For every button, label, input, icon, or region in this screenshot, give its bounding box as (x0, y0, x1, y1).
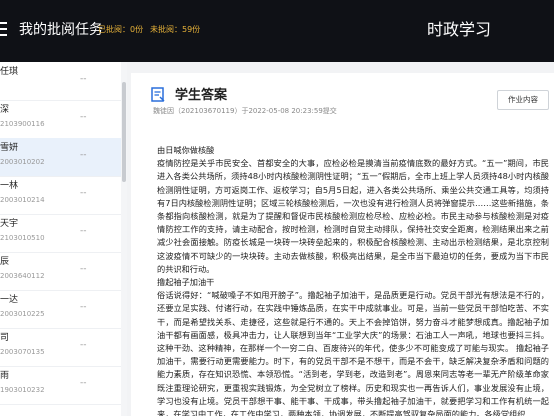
student-id: 2103900116 (0, 120, 45, 128)
student-status: -- (80, 302, 87, 312)
menu-icon[interactable] (0, 22, 7, 36)
graded-count: 已批阅：0份 (98, 25, 144, 34)
student-status: -- (80, 150, 87, 160)
student-id: 2103010510 (0, 234, 45, 242)
list-item[interactable]: 一达 2003010225 -- (0, 290, 121, 329)
student-id: 2003640112 (0, 272, 45, 280)
list-item[interactable]: 任琪 -- (0, 62, 121, 101)
list-item[interactable]: 深 2103900116 -- (0, 100, 121, 139)
list-item[interactable]: 天宇 2103010510 -- (0, 214, 121, 253)
student-name: 一林 (0, 181, 19, 191)
document-icon (151, 87, 165, 102)
student-id: 2003010225 (0, 310, 45, 318)
student-name: 雪妍 (0, 143, 19, 153)
answer-panel: 学生答案 魏徒因（202103670119）于2022-05-08 20:23:… (131, 73, 554, 416)
student-name: 雨 (0, 371, 10, 381)
student-id: 2003010214 (0, 196, 45, 204)
list-scrollbar[interactable] (121, 62, 127, 416)
brand-title: 时政学习 (427, 20, 492, 39)
app-header: 我的批阅任务 已批阅：0份 未批阅：59份 时政学习 (0, 0, 554, 62)
section-heading: 由日喊你做核酸 (157, 145, 215, 155)
list-item[interactable]: 雨 1903010232 -- (0, 366, 121, 405)
section-heading: 撸起袖子加油干 (157, 277, 215, 288)
student-name: 辰 (0, 257, 10, 267)
student-status: -- (80, 340, 87, 350)
page-title: 我的批阅任务 (19, 22, 103, 38)
student-name: 司 (0, 333, 10, 343)
answer-title: 学生答案 (175, 88, 228, 103)
list-item[interactable]: 雪妍 2003010202 -- (0, 138, 121, 177)
student-id: 2003010202 (0, 158, 45, 166)
student-status: -- (80, 112, 87, 122)
ungraded-count: 未批阅：59份 (150, 25, 201, 34)
student-status: -- (80, 226, 87, 236)
student-status: -- (80, 74, 87, 84)
student-status: -- (80, 264, 87, 274)
paragraph: 疫情防控是关乎市民安全、首都安全的大事，应检必检是摸清当前疫情底数的最好方式。“… (157, 158, 549, 274)
paragraph: 俗话说得好：“喊破嗓子不如甩开膀子”。撸起袖子加油干，是品质更是行动。党员干部光… (157, 290, 549, 416)
student-list: 任琪 -- 深 2103900116 -- 雪妍 2003010202 -- 一… (0, 62, 122, 416)
student-status: -- (80, 188, 87, 198)
answer-body: 由日喊你做核酸 疫情防控是关乎市民安全、首都安全的大事，应检必检是摸清当前疫情底… (157, 144, 549, 416)
student-name: 一达 (0, 295, 19, 305)
list-item[interactable]: 司 2003070135 -- (0, 328, 121, 367)
list-item[interactable]: 辰 2003640112 -- (0, 252, 121, 291)
student-name: 深 (0, 105, 10, 115)
student-status: -- (80, 378, 87, 388)
scrollbar-thumb[interactable] (122, 82, 126, 182)
list-item[interactable]: 一林 2003010214 -- (0, 176, 121, 215)
student-name: 天宇 (0, 219, 19, 229)
student-name: 任琪 (0, 67, 19, 77)
student-id: 2003070135 (0, 348, 45, 356)
student-id: 1903010232 (0, 386, 45, 394)
submission-meta: 魏徒因（202103670119）于2022-05-08 20:23:59提交 (153, 107, 337, 115)
assignment-content-button[interactable]: 作业内容 (497, 90, 549, 110)
